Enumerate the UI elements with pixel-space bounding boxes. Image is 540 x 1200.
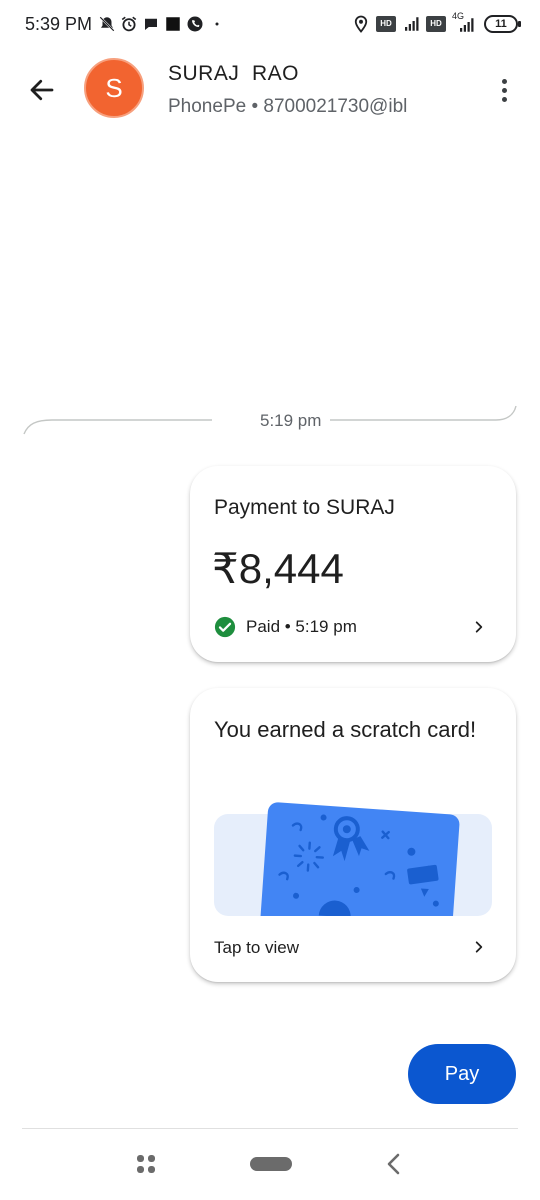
tap-to-view: Tap to view (214, 938, 300, 957)
time-divider: 5:19 pm (22, 400, 518, 440)
square-icon (166, 17, 180, 31)
signal-icon (405, 17, 419, 31)
scratch-card[interactable]: You earned a scratch card! Tap to view (190, 688, 516, 982)
payment-status: Paid • 5:19 pm (246, 617, 357, 636)
mute-icon (99, 16, 115, 32)
status-right-icons: HD HD 4G 11 (352, 11, 521, 34)
payment-card[interactable]: Payment to SURAJ ₹8,444 Paid • 5:19 pm (190, 466, 516, 662)
status-bar: 5:39 PM HD HD 4G 11 (0, 0, 540, 52)
back-button[interactable] (24, 72, 60, 108)
scratch-card-title: You earned a scratch card! (214, 717, 477, 742)
status-left-icons (98, 15, 226, 33)
phone-icon (187, 16, 203, 32)
chat-icon (145, 18, 157, 30)
divider-time: 5:19 pm (260, 411, 322, 430)
avatar-letter: S (105, 72, 123, 103)
arrow-left-icon (30, 79, 54, 101)
chat-header: S SURAJ RAO PhonePe • 8700021730@ibl (0, 52, 540, 132)
pay-button[interactable]: Pay (408, 1044, 516, 1104)
divider-line-left (23, 419, 212, 435)
status-time: 5:39 PM (25, 14, 93, 34)
divider-line-right (330, 405, 517, 421)
more-vertical-icon-dot (501, 87, 507, 93)
scratch-card-illustration (258, 802, 460, 916)
avatar[interactable]: S (84, 58, 144, 118)
home-pill[interactable] (250, 1157, 292, 1171)
chevron-right-icon (475, 621, 483, 633)
payment-amount: ₹8,444 (212, 545, 344, 592)
recents-icon[interactable] (134, 1152, 158, 1176)
bottom-divider (22, 1128, 518, 1129)
more-options-button[interactable] (490, 72, 518, 108)
more-vertical-icon-dot (501, 96, 507, 102)
more-vertical-icon-dot (501, 78, 507, 84)
payment-status-row: Paid • 5:19 pm (214, 616, 357, 638)
battery-icon: 11 (484, 15, 521, 33)
hd-icon: HD (376, 16, 396, 32)
check-circle-icon (214, 616, 236, 638)
chevron-right-icon (475, 941, 483, 953)
alarm-icon (121, 16, 137, 32)
contact-upi-id: PhonePe • 8700021730@ibl (168, 96, 408, 117)
hd-icon-2: HD (426, 16, 446, 32)
location-icon (354, 15, 368, 33)
signal-4g-icon: 4G (452, 11, 478, 34)
system-nav-bar (0, 1136, 540, 1200)
back-chevron-icon[interactable] (382, 1152, 406, 1176)
payment-title: Payment to SURAJ (214, 496, 395, 519)
dot-icon (215, 22, 219, 26)
contact-name[interactable]: SURAJ RAO (168, 62, 299, 86)
